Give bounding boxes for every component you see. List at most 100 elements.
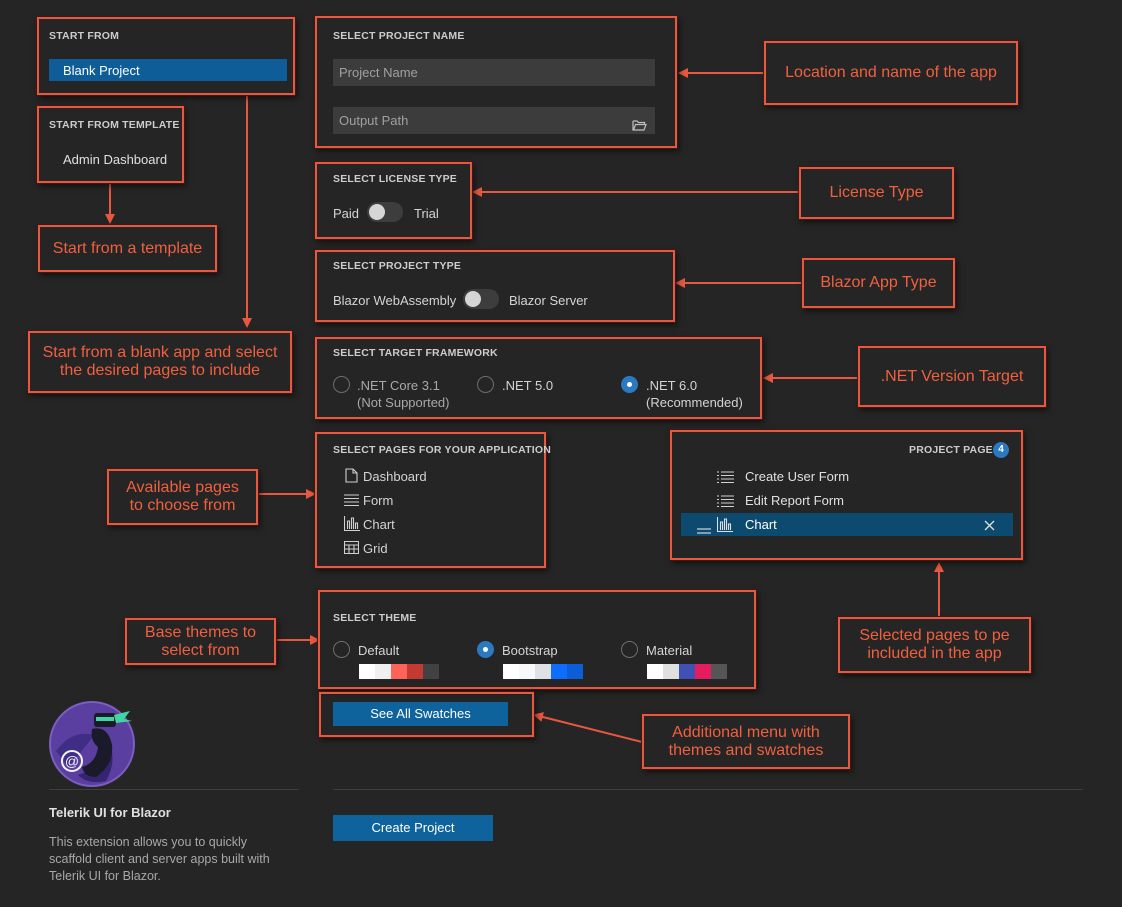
admin-dashboard-option[interactable]: Admin Dashboard: [63, 152, 167, 167]
framework-radio-net60[interactable]: [621, 376, 638, 393]
theme-radio-bootstrap[interactable]: [477, 641, 494, 658]
select-pages-header: SELECT PAGES FOR YOUR APPLICATION: [333, 444, 551, 456]
theme-label-bootstrap: Bootstrap: [502, 643, 558, 658]
callout-line: Selected pages to pe: [859, 627, 1010, 644]
callout-line: Additional menu with: [672, 723, 820, 741]
theme-label-material: Material: [646, 643, 693, 658]
color-swatch: [375, 664, 391, 679]
license-type-header: SELECT LICENSE TYPE: [333, 173, 457, 185]
framework-radio-netcore31[interactable]: [333, 376, 350, 393]
callout-base-themes: Base themes to select from: [125, 618, 276, 665]
main-divider: [333, 789, 1083, 790]
blank-project-label: Blank Project: [63, 63, 140, 78]
branding-description-line: Telerik UI for Blazor.: [49, 869, 161, 883]
start-from-template-panel: [37, 106, 184, 183]
project-type-toggle[interactable]: [463, 289, 499, 309]
start-from-panel: [37, 17, 295, 95]
callout-location-name: Location and name of the app: [764, 41, 1018, 105]
project-page-item-selected[interactable]: Chart: [681, 513, 1013, 536]
theme-radio-default[interactable]: [333, 641, 350, 658]
page-item-dashboard[interactable]: Dashboard: [343, 467, 533, 487]
page-label-chart: Chart: [363, 517, 395, 532]
callout-line: Start from a blank app and select: [42, 344, 278, 361]
form-list-icon: [717, 471, 734, 486]
target-framework-header: SELECT TARGET FRAMEWORK: [333, 347, 498, 359]
blazor-webassembly-label: Blazor WebAssembly: [333, 293, 457, 308]
framework-note-net60: (Recommended): [646, 395, 743, 410]
license-paid-label: Paid: [333, 206, 360, 221]
color-swatch: [647, 664, 663, 679]
branding-title: Telerik UI for Blazor: [49, 805, 171, 820]
project-page-label: Chart: [745, 517, 777, 532]
branding-description-line: scaffold client and server apps built wi…: [49, 852, 270, 866]
close-icon[interactable]: [984, 519, 995, 534]
framework-label-net60: .NET 6.0: [646, 378, 698, 393]
license-toggle[interactable]: [367, 202, 403, 222]
callout-license-type: License Type: [799, 167, 954, 219]
callout-line: select from: [161, 641, 240, 659]
page-item-chart[interactable]: Chart: [343, 515, 533, 535]
start-from-header: START FROM: [49, 30, 120, 42]
blank-project-option[interactable]: Blank Project: [49, 59, 287, 81]
framework-note-netcore31: (Not Supported): [357, 395, 450, 410]
project-pages-header: PROJECT PAGES: [909, 444, 1001, 456]
form-list-icon: [344, 494, 359, 509]
callout-line: included in the app: [867, 645, 1002, 662]
color-swatch: [519, 664, 535, 679]
project-name-input[interactable]: Project Name: [333, 59, 655, 86]
callout-line: Base themes to: [144, 623, 257, 641]
callout-line: Available pages: [126, 479, 239, 496]
svg-text:@: @: [65, 753, 79, 769]
folder-open-icon[interactable]: [632, 114, 647, 141]
toggle-knob: [465, 291, 481, 307]
grid-icon: [343, 540, 360, 557]
output-path-input[interactable]: Output Path: [333, 107, 655, 134]
framework-label-netcore31: .NET Core 3.1: [357, 378, 440, 393]
blazor-server-label: Blazor Server: [509, 293, 588, 308]
callout-blazor-app-type: Blazor App Type: [802, 258, 955, 308]
drag-handle-icon[interactable]: [697, 522, 711, 537]
start-from-template-header: START FROM TEMPLATE: [49, 119, 180, 131]
color-swatch: [407, 664, 423, 679]
callout-available-pages: Available pages to choose from: [107, 469, 258, 525]
callout-line: the desired pages to include: [59, 362, 261, 379]
telerik-ninja-logo: @: [48, 701, 136, 790]
theme-radio-material[interactable]: [621, 641, 638, 658]
project-page-label: Edit Report Form: [745, 493, 844, 508]
project-type-header: SELECT PROJECT TYPE: [333, 260, 462, 272]
color-swatch: [695, 664, 711, 679]
license-trial-label: Trial: [414, 206, 439, 221]
color-swatch: [663, 664, 679, 679]
color-swatch: [551, 664, 567, 679]
select-theme-header: SELECT THEME: [333, 612, 417, 624]
page-item-form[interactable]: Form: [343, 491, 533, 511]
framework-label-net50: .NET 5.0: [502, 378, 554, 393]
create-project-button[interactable]: Create Project: [333, 815, 493, 841]
theme-swatches-default: [359, 664, 439, 679]
project-page-label: Create User Form: [745, 469, 850, 484]
callout-net-version: .NET Version Target: [858, 346, 1046, 407]
color-swatch: [391, 664, 407, 679]
color-swatch: [535, 664, 551, 679]
framework-radio-net50[interactable]: [477, 376, 494, 393]
see-all-swatches-button[interactable]: See All Swatches: [333, 702, 508, 726]
page-label-grid: Grid: [363, 541, 388, 556]
callout-line: themes and swatches: [668, 741, 824, 759]
project-name-header: SELECT PROJECT NAME: [333, 30, 465, 42]
color-swatch: [503, 664, 519, 679]
page-label-dashboard: Dashboard: [363, 469, 427, 484]
chart-icon: [343, 516, 360, 534]
color-swatch: [711, 664, 727, 679]
callout-line: to choose from: [129, 497, 236, 514]
callout-selected-pages: Selected pages to pe included in the app: [838, 617, 1031, 673]
page-label-form: Form: [363, 493, 394, 508]
project-page-item[interactable]: Edit Report Form: [681, 490, 1013, 512]
chart-icon: [716, 517, 733, 535]
page-item-grid[interactable]: Grid: [343, 539, 533, 559]
color-swatch: [359, 664, 375, 679]
output-path-placeholder: Output Path: [339, 113, 409, 128]
toggle-knob: [369, 204, 385, 220]
form-list-icon: [717, 495, 734, 510]
project-page-item[interactable]: Create User Form: [681, 466, 1013, 488]
file-icon: [345, 468, 358, 486]
